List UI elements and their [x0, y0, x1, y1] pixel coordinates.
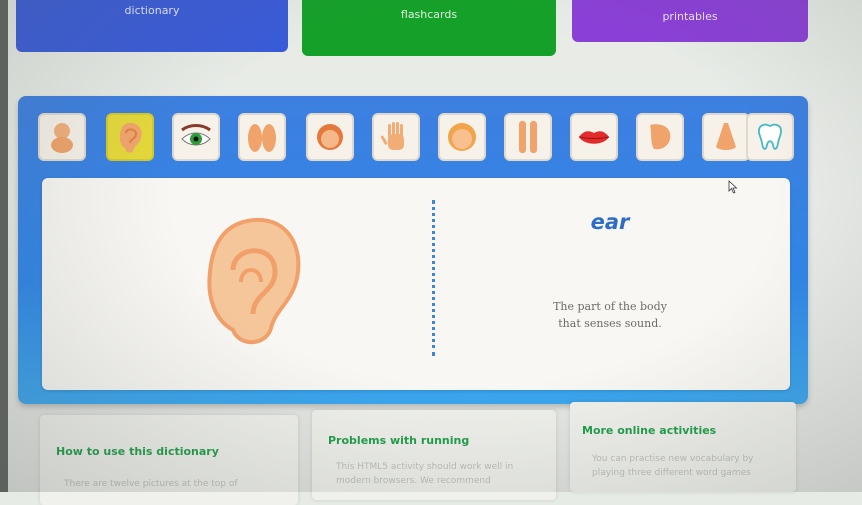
thumb-lips[interactable]: [570, 113, 618, 161]
flashcards-button[interactable]: flashcards: [302, 0, 556, 56]
definition-line-1: The part of the body: [553, 300, 667, 313]
dictionary-button[interactable]: dictionary: [16, 0, 288, 52]
screen-bezel: [0, 0, 8, 492]
nose-icon: [716, 123, 736, 150]
word-title: ear: [590, 210, 630, 234]
mouse-cursor-icon: [728, 180, 738, 194]
hand-icon: [380, 122, 404, 150]
neck-icon: [650, 124, 671, 150]
thumb-nose[interactable]: [702, 113, 750, 161]
legs-icon: [519, 121, 537, 153]
problems-title: Problems with running: [328, 434, 470, 447]
how-to-use-title: How to use this dictionary: [56, 445, 219, 458]
feet-icon: [248, 124, 276, 152]
face-icon: [317, 124, 343, 150]
definition-line-2: that senses sound.: [558, 317, 662, 330]
dictionary-button-label: dictionary: [124, 4, 180, 17]
thumb-ear[interactable]: [106, 113, 154, 161]
how-to-use-text: There are twelve pictures at the top of: [64, 479, 238, 489]
lips-icon: [578, 131, 610, 144]
thumb-legs[interactable]: [504, 113, 552, 161]
printables-button-label: printables: [662, 10, 718, 23]
baby-icon: [51, 123, 73, 153]
printables-button[interactable]: printables: [572, 0, 808, 42]
thumb-neck[interactable]: [636, 113, 684, 161]
problems-text-2: modern browsers. We recommend: [336, 476, 491, 486]
thumb-baby[interactable]: [38, 113, 86, 161]
head-icon: [448, 123, 476, 151]
more-activities-title: More online activities: [582, 424, 717, 437]
thumb-head[interactable]: [438, 113, 486, 161]
card-divider: [432, 200, 435, 356]
more-activities-text-2: playing three different word games: [592, 468, 751, 478]
word-definition: The part of the body that senses sound.: [520, 298, 700, 332]
thumb-face[interactable]: [306, 113, 354, 161]
thumb-feet[interactable]: [238, 113, 286, 161]
thumb-tooth[interactable]: [746, 113, 794, 161]
tooth-icon: [758, 123, 782, 150]
more-activities-card: More online activities You can practise …: [570, 402, 796, 492]
ear-illustration: [207, 217, 301, 345]
thumbnail-strip: [38, 113, 794, 163]
eye-icon: [181, 124, 211, 146]
more-activities-text-1: You can practise new vocabulary by: [592, 454, 754, 464]
thumb-hand[interactable]: [372, 113, 420, 161]
flashcards-button-label: flashcards: [400, 8, 458, 21]
ear-icon: [119, 123, 142, 153]
problems-card: Problems with running This HTML5 activit…: [312, 410, 556, 500]
problems-text-1: This HTML5 activity should work well in: [336, 462, 514, 472]
definition-card: [42, 178, 790, 390]
thumb-eye[interactable]: [172, 113, 220, 161]
